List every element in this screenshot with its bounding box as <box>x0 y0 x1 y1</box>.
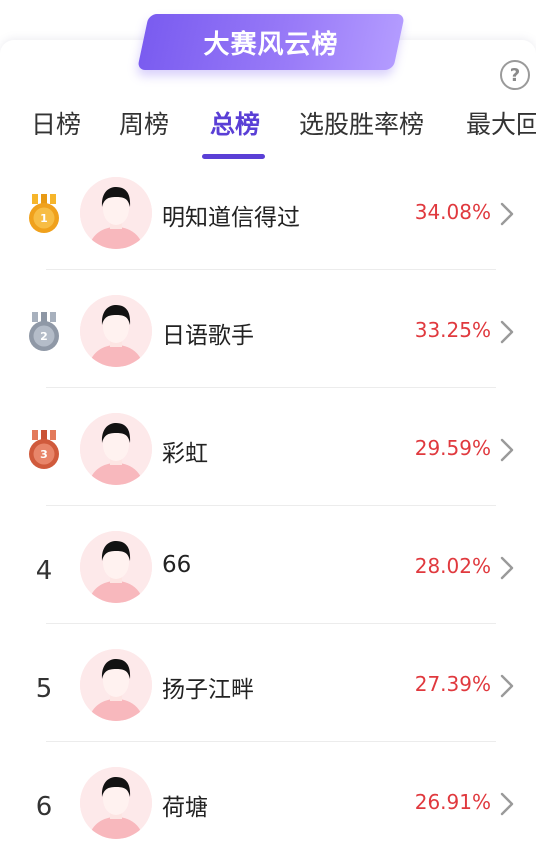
active-tab-indicator <box>202 154 265 159</box>
medal-rank-text: 3 <box>40 448 48 461</box>
tab-max-drawdown[interactable]: 最大回 <box>466 108 536 142</box>
user-name: 明知道信得过 <box>162 205 300 231</box>
avatar[interactable] <box>80 177 152 249</box>
leaderboard-row[interactable]: 4 66 28.02% <box>0 514 536 632</box>
divider <box>46 505 496 506</box>
bronze-medal-icon: 3 <box>29 430 59 469</box>
silver-medal-icon: 2 <box>29 312 59 351</box>
rank-number: 4 <box>35 556 53 586</box>
tab-bar: 日榜 周榜 总榜 选股胜率榜 最大回 <box>0 100 536 160</box>
avatar[interactable] <box>80 413 152 485</box>
user-name: 彩虹 <box>162 441 208 467</box>
divider <box>46 623 496 624</box>
default-avatar-icon <box>80 413 152 485</box>
return-rate: 28.02% <box>414 554 491 578</box>
page-title: 大赛风云榜 <box>203 29 339 60</box>
medal-rank-text: 1 <box>40 212 48 225</box>
user-name: 日语歌手 <box>162 323 254 349</box>
return-rate: 34.08% <box>414 200 491 224</box>
default-avatar-icon <box>80 295 152 367</box>
user-name: 66 <box>162 552 192 578</box>
help-icon[interactable]: ? <box>500 60 530 90</box>
medal-rank-text: 2 <box>40 330 48 343</box>
user-name: 扬子江畔 <box>162 677 254 703</box>
default-avatar-icon <box>80 177 152 249</box>
return-rate: 27.39% <box>414 672 491 696</box>
divider <box>46 741 496 742</box>
default-avatar-icon <box>80 531 152 603</box>
rank-number: 5 <box>35 674 53 704</box>
gold-medal-icon: 1 <box>29 194 59 233</box>
chevron-right-icon <box>500 202 514 226</box>
chevron-right-icon <box>500 792 514 816</box>
tab-weekly[interactable]: 周榜 <box>119 108 169 142</box>
return-rate: 33.25% <box>414 318 491 342</box>
chevron-right-icon <box>500 438 514 462</box>
default-avatar-icon <box>80 649 152 721</box>
chevron-right-icon <box>500 674 514 698</box>
tab-daily[interactable]: 日榜 <box>31 108 81 142</box>
tab-stock-win-rate[interactable]: 选股胜率榜 <box>299 108 424 142</box>
user-name: 荷塘 <box>162 795 208 821</box>
chevron-right-icon <box>500 320 514 344</box>
leaderboard-row[interactable]: 6 荷塘 26.91% <box>0 750 536 849</box>
avatar[interactable] <box>80 767 152 839</box>
return-rate: 29.59% <box>414 436 491 460</box>
leaderboard-row[interactable]: 3 彩虹 29.59% <box>0 396 536 514</box>
avatar[interactable] <box>80 649 152 721</box>
tab-total[interactable]: 总榜 <box>210 108 260 142</box>
leaderboard-row[interactable]: 1 明知道信得过 34.08% <box>0 160 536 278</box>
divider <box>46 387 496 388</box>
divider <box>46 269 496 270</box>
rank-number: 6 <box>35 792 53 822</box>
avatar[interactable] <box>80 531 152 603</box>
return-rate: 26.91% <box>414 790 491 814</box>
leaderboard-row[interactable]: 2 日语歌手 33.25% <box>0 278 536 396</box>
leaderboard-row[interactable]: 5 扬子江畔 27.39% <box>0 632 536 750</box>
chevron-right-icon <box>500 556 514 580</box>
title-banner: 大赛风云榜 <box>137 14 405 70</box>
default-avatar-icon <box>80 767 152 839</box>
avatar[interactable] <box>80 295 152 367</box>
